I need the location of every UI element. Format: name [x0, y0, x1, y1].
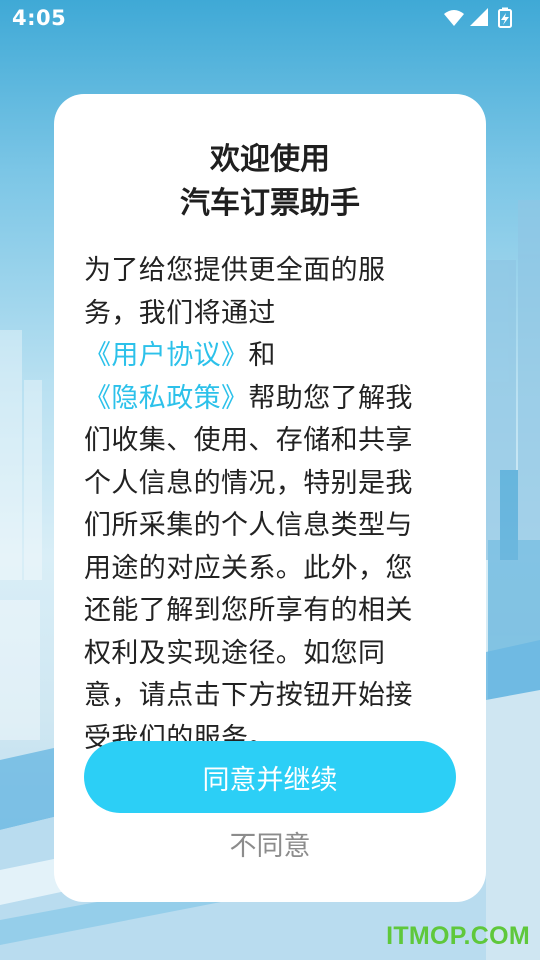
agree-continue-button[interactable]: 同意并继续 [84, 741, 456, 813]
wifi-icon [444, 10, 464, 26]
user-agreement-link[interactable]: 《用户协议》 [84, 340, 248, 371]
dialog-title-line1: 欢迎使用 [210, 142, 330, 177]
body-text: 帮助您了解我们收集、使用、存储和共享个人信息的情况，特别是我们所采集的个人信息类… [84, 382, 413, 754]
disagree-button[interactable]: 不同意 [0, 824, 540, 863]
watermark: ITMOP.COM [386, 922, 530, 950]
status-time: 4:05 [12, 6, 67, 30]
privacy-policy-link[interactable]: 《隐私政策》 [84, 383, 248, 414]
dialog-body-text: 为了给您提供更全面的服务，我们将通过《用户协议》和《隐私政策》帮助您了解我们收集… [84, 250, 434, 760]
body-text: 为了给您提供更全面的服务，我们将通过 [84, 255, 386, 329]
app-screen: 4:05 欢迎使用 汽车订票助手 为了给您提供更全面的服务，我们将通过《用户协议… [0, 0, 540, 960]
dialog-title-line2: 汽车订票助手 [180, 186, 360, 221]
signal-icon [470, 8, 488, 26]
dialog-title: 欢迎使用 汽车订票助手 [0, 138, 540, 226]
status-bar: 4:05 [0, 0, 540, 38]
battery-charging-icon [498, 7, 512, 28]
body-text: 和 [248, 340, 276, 371]
status-icons [442, 7, 526, 29]
